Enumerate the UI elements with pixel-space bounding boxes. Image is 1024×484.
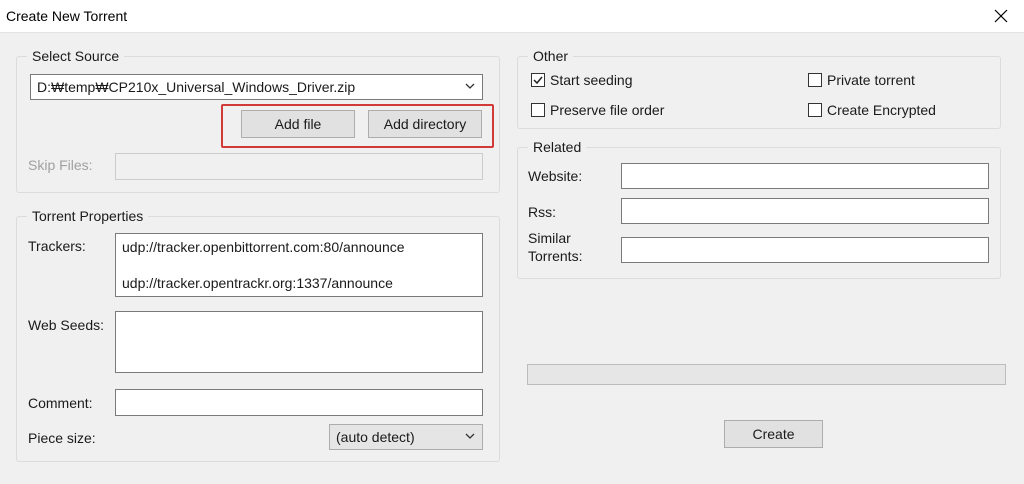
similar-torrents-label-line2: Torrents:	[528, 248, 583, 264]
source-path-value: D:₩temp₩CP210x_Universal_Windows_Driver.…	[37, 79, 356, 95]
comment-input[interactable]	[115, 389, 483, 416]
rss-input[interactable]	[621, 198, 989, 224]
other-group: Other	[517, 48, 1001, 129]
trackers-label: Trackers:	[28, 238, 86, 254]
start-seeding-label: Start seeding	[550, 72, 633, 88]
rss-label: Rss:	[528, 204, 556, 220]
checkbox-box	[531, 73, 545, 87]
private-torrent-label: Private torrent	[827, 72, 915, 88]
close-icon	[994, 9, 1008, 23]
other-title: Other	[528, 48, 574, 64]
create-encrypted-checkbox[interactable]: Create Encrypted	[808, 102, 936, 118]
checkbox-box	[808, 73, 822, 87]
website-label: Website:	[528, 168, 583, 184]
tracker-line: udp://tracker.opentrackr.org:1337/announ…	[122, 275, 393, 291]
window-title: Create New Torrent	[6, 8, 128, 24]
title-bar: Create New Torrent	[0, 0, 1024, 33]
comment-label: Comment:	[28, 395, 93, 411]
torrent-properties-title: Torrent Properties	[27, 208, 149, 224]
tracker-line: udp://tracker.openbittorrent.com:80/anno…	[122, 239, 405, 255]
create-button[interactable]: Create	[724, 420, 823, 448]
trackers-textarea[interactable]: udp://tracker.openbittorrent.com:80/anno…	[115, 233, 483, 297]
related-title: Related	[528, 139, 587, 155]
checkmark-icon	[533, 76, 543, 85]
chevron-down-icon	[465, 83, 475, 89]
create-label: Create	[752, 426, 795, 442]
piece-size-value: (auto detect)	[336, 429, 415, 445]
piece-size-combo[interactable]: (auto detect)	[329, 424, 483, 450]
piece-size-label: Piece size:	[28, 430, 96, 446]
similar-torrents-input[interactable]	[621, 237, 989, 263]
private-torrent-checkbox[interactable]: Private torrent	[808, 72, 915, 88]
web-seeds-textarea[interactable]	[115, 311, 483, 373]
skip-files-label: Skip Files:	[28, 157, 93, 173]
similar-torrents-label-line1: Similar	[528, 230, 571, 246]
checkbox-box	[531, 103, 545, 117]
start-seeding-checkbox[interactable]: Start seeding	[531, 72, 633, 88]
add-file-label: Add file	[274, 116, 322, 132]
source-path-combo[interactable]: D:₩temp₩CP210x_Universal_Windows_Driver.…	[30, 74, 483, 100]
chevron-down-icon	[465, 433, 475, 439]
skip-files-input	[115, 153, 483, 180]
progress-bar	[527, 364, 1006, 385]
add-directory-button[interactable]: Add directory	[368, 110, 482, 138]
website-input[interactable]	[621, 163, 989, 189]
preserve-file-order-label: Preserve file order	[550, 102, 665, 118]
add-directory-label: Add directory	[383, 116, 467, 132]
close-button[interactable]	[978, 0, 1024, 32]
preserve-file-order-checkbox[interactable]: Preserve file order	[531, 102, 664, 118]
web-seeds-label: Web Seeds:	[28, 317, 105, 333]
add-file-button[interactable]: Add file	[241, 110, 355, 138]
checkbox-box	[808, 103, 822, 117]
create-encrypted-label: Create Encrypted	[827, 102, 936, 118]
select-source-title: Select Source	[27, 48, 125, 64]
